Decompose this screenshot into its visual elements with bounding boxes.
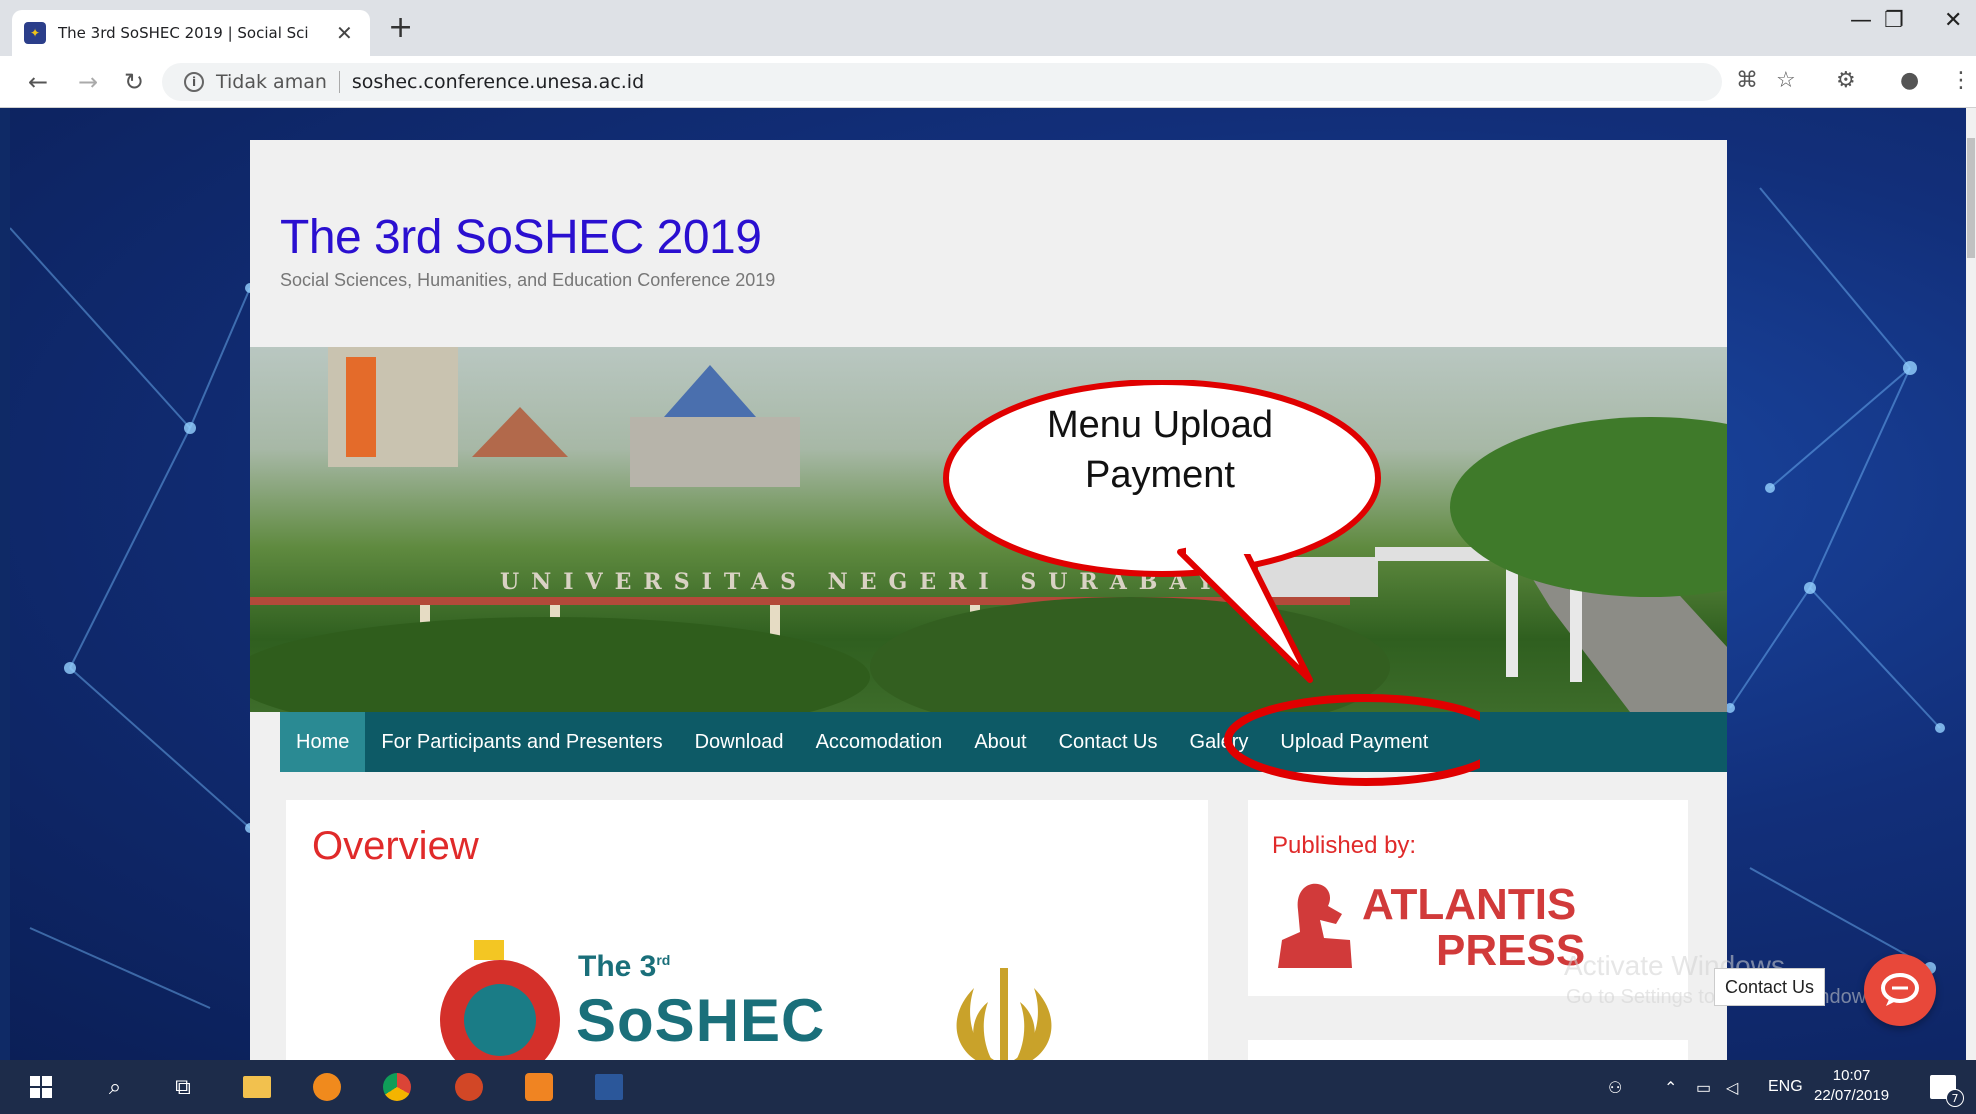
windows-start-icon[interactable]	[24, 1070, 58, 1104]
logo-the-text: The 3	[578, 950, 657, 983]
battery-icon[interactable]: ▭	[1696, 1078, 1711, 1098]
thinker-icon	[1278, 883, 1352, 968]
file-explorer-icon[interactable]	[240, 1070, 274, 1104]
chat-bubble-button[interactable]	[1864, 954, 1936, 1026]
site-subtitle: Social Sciences, Humanities, and Educati…	[280, 270, 776, 290]
profile-avatar-icon[interactable]: ●	[1900, 68, 1919, 93]
restore-icon[interactable]: ❐	[1884, 8, 1904, 33]
reload-icon[interactable]: ↻	[124, 68, 144, 96]
bookmark-star-icon[interactable]: ☆	[1776, 68, 1796, 93]
clock-date: 22/07/2019	[1814, 1087, 1890, 1104]
action-center-icon[interactable]: 7	[1926, 1070, 1964, 1107]
browser-tab[interactable]: ✦ The 3rd SoSHEC 2019 | Social Sci ✕	[12, 10, 370, 56]
windows-taskbar: ⌕ ⧉ ⚇ ⌃ ▭ ◁ ENG 10:07 22/07/2019 7	[0, 1060, 1976, 1114]
browser-tabstrip: ✦ The 3rd SoSHEC 2019 | Social Sci ✕ + —…	[0, 0, 1976, 56]
taskbar-clock[interactable]: 10:07 22/07/2019	[1814, 1066, 1889, 1106]
minimize-icon[interactable]: —	[1850, 8, 1872, 33]
soshec-logo-mark	[440, 960, 560, 1060]
clock-time: 10:07	[1832, 1067, 1871, 1084]
browser-toolbar: ← → ↻ i Tidak aman soshec.conference.une…	[0, 56, 1976, 108]
menu-download[interactable]: Download	[679, 712, 800, 772]
volume-icon[interactable]: ◁	[1726, 1078, 1738, 1098]
unesa-emblem-icon	[956, 968, 1052, 1060]
word-icon[interactable]	[592, 1070, 626, 1104]
contact-us-chip[interactable]: Contact Us	[1714, 968, 1826, 1006]
publisher-name-line2: PRESS	[1436, 926, 1586, 975]
annotation-line1: Menu Upload	[1046, 404, 1274, 446]
task-view-icon[interactable]: ⧉	[166, 1070, 200, 1104]
menu-participants[interactable]: For Participants and Presenters	[365, 712, 678, 772]
published-by-label: Published by:	[1272, 832, 1417, 859]
annotation-line2: Payment	[1085, 454, 1235, 496]
logo-flag-shape	[474, 940, 504, 960]
site-favicon-icon: ✦	[24, 22, 46, 44]
info-icon[interactable]: i	[184, 72, 204, 92]
menu-home[interactable]: Home	[280, 712, 366, 772]
firefox-icon[interactable]	[310, 1070, 344, 1104]
language-indicator[interactable]: ENG	[1768, 1078, 1803, 1096]
browser-menu-icon[interactable]: ⋮	[1950, 68, 1972, 93]
translate-icon[interactable]: ⌘	[1736, 68, 1758, 93]
powerpoint-icon[interactable]	[452, 1070, 486, 1104]
extension-icon[interactable]: ⚙	[1836, 68, 1856, 93]
notification-count: 7	[1946, 1089, 1964, 1107]
logo-the-3rd: The 3rd	[578, 950, 670, 984]
chat-icon	[1881, 973, 1919, 1006]
close-window-icon[interactable]: ✕	[1944, 8, 1962, 33]
atlantis-press-logo[interactable]: ATLANTIS PRESS	[1272, 880, 1585, 975]
publisher-name-line1: ATLANTIS	[1362, 880, 1577, 929]
menu-accomodation[interactable]: Accomodation	[800, 712, 959, 772]
logo-soshec-text: SoSHEC	[576, 987, 826, 1054]
address-separator	[338, 71, 340, 93]
sidebar-card-2	[1248, 1040, 1688, 1060]
url-text: soshec.conference.unesa.ac.id	[351, 71, 645, 93]
people-icon[interactable]: ⚇	[1608, 1078, 1622, 1098]
wps-office-icon[interactable]	[522, 1070, 556, 1104]
security-label: Tidak aman	[216, 71, 327, 93]
overview-heading: Overview	[312, 824, 479, 868]
page-scrollbar[interactable]	[1966, 108, 1976, 1060]
logo-sup-text: rd	[656, 952, 671, 968]
annotation-text: Menu Upload Payment	[980, 400, 1340, 500]
tab-title: The 3rd SoSHEC 2019 | Social Sci	[58, 24, 309, 42]
search-icon[interactable]: ⌕	[98, 1070, 132, 1104]
new-tab-button[interactable]: +	[388, 10, 413, 45]
show-hidden-icons-icon[interactable]: ⌃	[1664, 1078, 1677, 1098]
back-icon[interactable]: ←	[28, 68, 48, 96]
forward-icon[interactable]: →	[78, 68, 98, 96]
chrome-icon[interactable]	[380, 1070, 414, 1104]
scrollbar-thumb[interactable]	[1967, 138, 1975, 258]
overview-card: Overview The 3rd SoSHEC	[286, 800, 1208, 1060]
address-bar[interactable]: i Tidak aman soshec.conference.unesa.ac.…	[162, 63, 1722, 101]
site-title[interactable]: The 3rd SoSHEC 2019	[280, 210, 762, 265]
close-tab-icon[interactable]: ✕	[336, 21, 353, 45]
